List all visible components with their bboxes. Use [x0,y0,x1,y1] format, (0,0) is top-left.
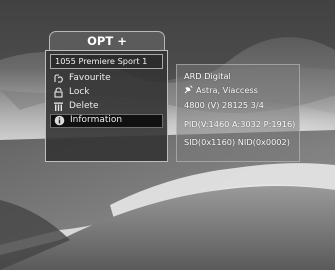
trash-icon [54,102,63,111]
menu-item-label: Delete [69,101,99,111]
menu-item-favourite[interactable]: Favourite [50,72,163,86]
satellite-name: Astra, Viaccess [196,85,258,95]
sid-nid-info: SID(0x1160) NID(0x0002) [184,137,290,147]
menu-item-information[interactable]: Information [50,114,163,128]
pid-info: PID(V:1460 A:3032 P:1916) [184,119,296,129]
menu-title-tab: OPT + [49,31,165,50]
current-channel: 1055 Premiere Sport 1 [50,54,163,69]
options-menu: 1055 Premiere Sport 1 Favourite Lock Del… [45,50,168,162]
menu-item-lock[interactable]: Lock [50,86,163,100]
menu-item-label: Information [70,115,123,125]
provider-name: ARD Digital [184,71,231,81]
menu-item-label: Favourite [69,73,111,83]
menu-title: OPT + [87,34,127,48]
channel-info-panel: ARD Digital Astra, Viaccess 4800 (V) 281… [176,64,300,162]
satellite-icon [184,85,193,94]
menu-item-delete[interactable]: Delete [50,100,163,114]
favourite-icon [54,74,63,83]
info-icon [54,115,65,126]
transponder-info: 4800 (V) 28125 3/4 [184,100,264,110]
channel-label: 1055 Premiere Sport 1 [55,56,148,66]
menu-item-label: Lock [69,87,90,97]
lock-icon [54,87,63,98]
